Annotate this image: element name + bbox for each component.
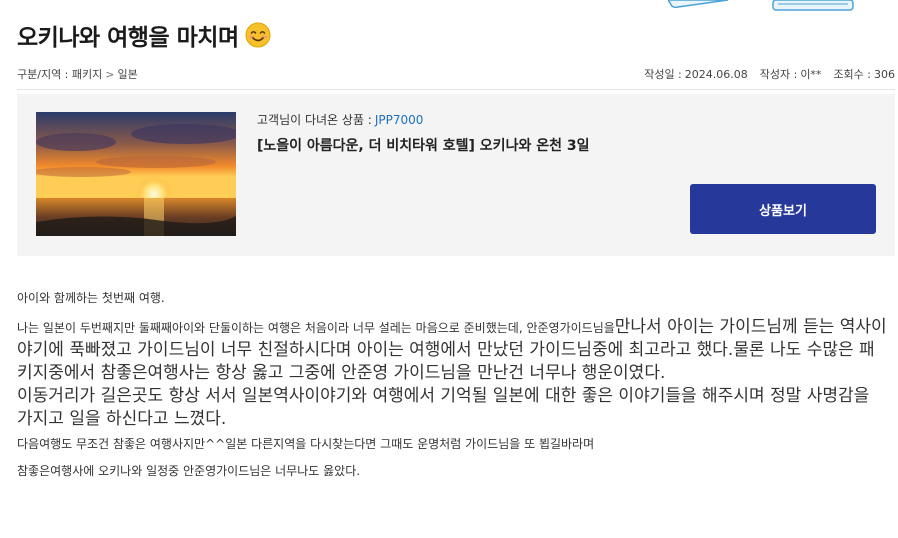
review-paragraph: 참좋은여행사에 오키나와 일정중 안준영가이드님은 너무나도 옳았다.	[17, 464, 361, 478]
breadcrumb-separator-icon: >	[105, 67, 115, 81]
decorative-shape	[772, 0, 854, 11]
title-row: 오키나와 여행을 마치며	[17, 18, 271, 52]
review-text-small: 나는 일본이 두번째지만 둘째째아이와 단둘이하는 여행은 처음이라 너무 설레…	[17, 321, 615, 335]
review-paragraph: 아이와 함께하는 첫번째 여행.	[17, 291, 165, 305]
post-author-value: 이**	[800, 68, 822, 81]
post-date: 작성일 :2024.06.08	[644, 66, 748, 82]
breadcrumb: 구분/지역 : 패키지 > 일본	[17, 66, 138, 82]
product-code: JPP7000	[374, 113, 424, 127]
meta-row: 구분/지역 : 패키지 > 일본 작성일 :2024.06.08 작성자 : 이*…	[17, 66, 895, 82]
sunset-photo	[36, 112, 236, 236]
product-code-label: 고객님이 다녀온 상품 :	[257, 113, 372, 127]
post-info: 작성일 :2024.06.08 작성자 : 이** 조회수 :306	[644, 66, 895, 82]
review-paragraph: 다음여행도 무조건 참좋은 여행사지만^^일본 다른지역을 다시찾는다면 그때도…	[17, 437, 595, 451]
post-date-value: 2024.06.08	[684, 68, 748, 81]
product-thumbnail[interactable]	[36, 112, 236, 236]
decorative-shape	[668, 0, 729, 8]
post-views: 조회수 :306	[833, 66, 895, 82]
review-content: 아이와 함께하는 첫번째 여행. 나는 일본이 두번째지만 둘째째아이와 단둘이…	[17, 289, 887, 480]
product-name: [노을이 아름다운, 더 비치타워 호텔] 오키나와 온천 3일	[257, 138, 590, 154]
post-views-label: 조회수 :	[833, 68, 871, 81]
divider	[17, 89, 895, 90]
product-code-line: 고객님이 다녀온 상품 : JPP7000	[257, 111, 423, 128]
post-date-label: 작성일 :	[644, 68, 682, 81]
smiling-face-icon	[245, 22, 271, 48]
breadcrumb-category[interactable]: 구분/지역 : 패키지	[17, 66, 102, 82]
post-views-value: 306	[874, 68, 895, 81]
post-author-label: 작성자 :	[759, 68, 798, 81]
review-paragraph: 나는 일본이 두번째지만 둘째째아이와 단둘이하는 여행은 처음이라 너무 설레…	[17, 316, 887, 385]
review-paragraph: 이동거리가 길은곳도 항상 서서 일본역사이야기와 여행에서 기억될 일본에 대…	[17, 386, 870, 429]
product-box: 고객님이 다녀온 상품 : JPP7000 [노을이 아름다운, 더 비치타워 호…	[17, 94, 895, 256]
breadcrumb-region[interactable]: 일본	[117, 66, 137, 82]
page-title: 오키나와 여행을 마치며	[17, 25, 239, 51]
view-product-button[interactable]: 상품보기	[690, 184, 876, 234]
post-author: 작성자 : 이**	[760, 66, 822, 82]
